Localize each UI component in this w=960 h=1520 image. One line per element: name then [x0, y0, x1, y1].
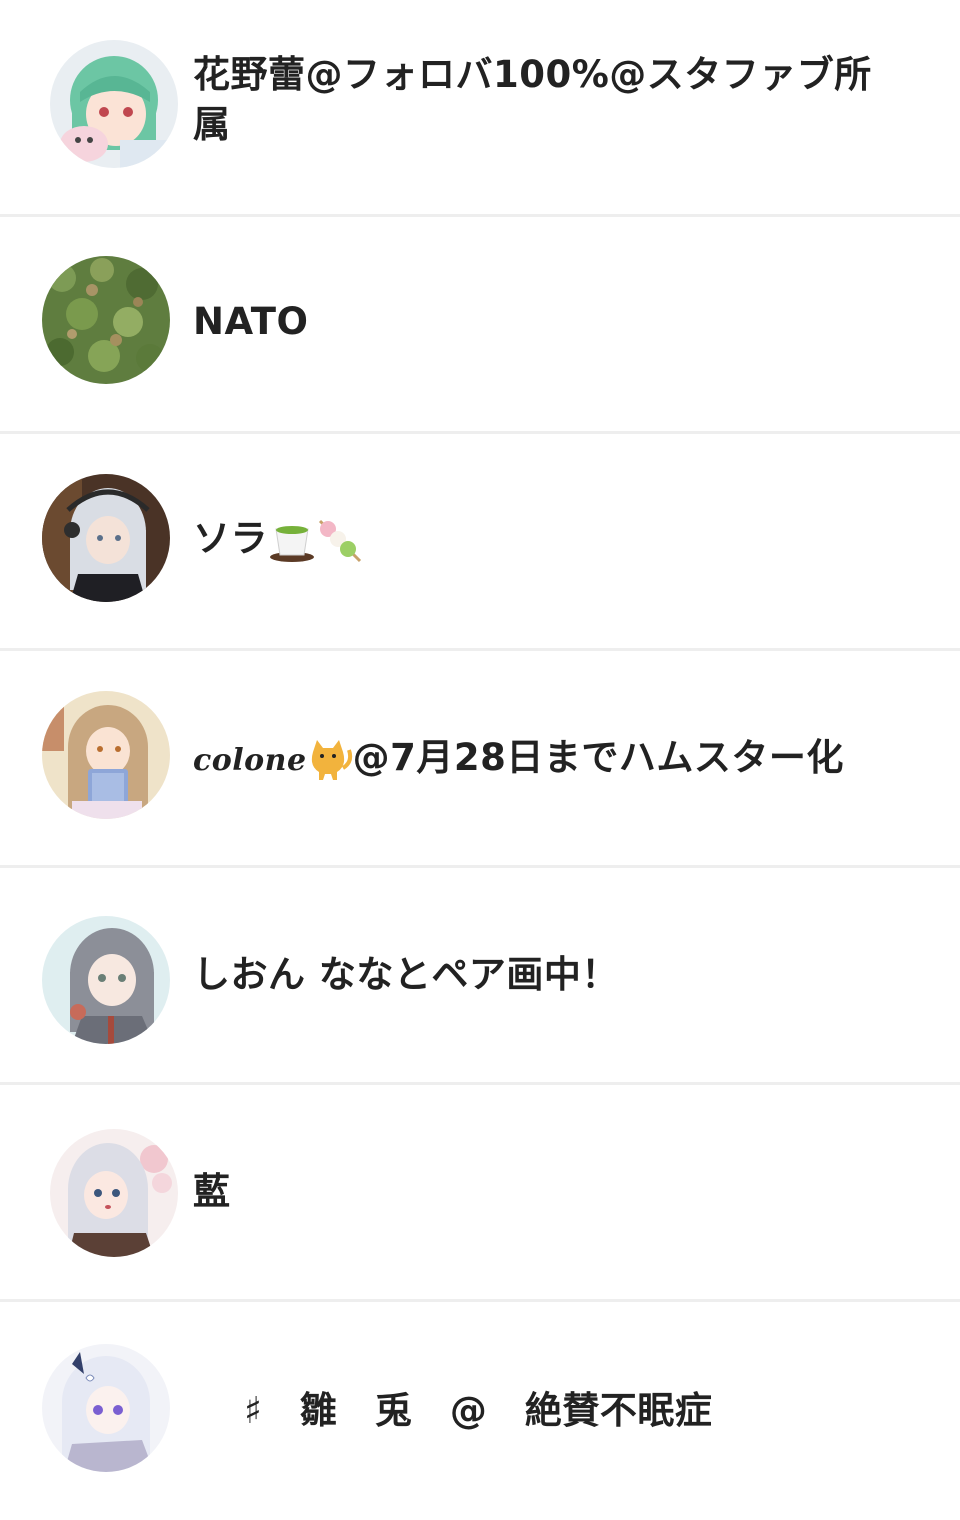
list-item[interactable]: 花野蕾@フォロバ100%@スタファブ所属 [0, 0, 960, 217]
list-item[interactable]: しおん ななとペア画中！ [0, 868, 960, 1085]
user-name: 藍 [193, 1170, 231, 1213]
user-name-text: @7月28日までハムスター化 [352, 736, 844, 779]
avatar[interactable] [42, 1344, 170, 1472]
avatar[interactable] [50, 40, 178, 168]
avatar[interactable] [42, 916, 170, 1044]
user-name: colone @7月28日までハムスター化 [193, 733, 890, 786]
list-item[interactable]: NATO [0, 217, 960, 434]
list-item[interactable]: ♯ 雛 兎 @ 絶賛不眠症 [0, 1302, 960, 1520]
list-item[interactable]: ソラ [0, 434, 960, 651]
avatar[interactable] [42, 691, 170, 819]
user-name: しおん ななとペア画中！ [193, 953, 619, 996]
avatar[interactable] [42, 474, 170, 602]
list-item[interactable]: 藍 [0, 1085, 960, 1302]
user-list: 花野蕾@フォロバ100%@スタファブ所属 NATO ソラ colone @7月2… [0, 0, 960, 1520]
dango-icon [316, 519, 364, 563]
green-tea-icon [268, 519, 316, 563]
avatar[interactable] [50, 1129, 178, 1257]
user-name: 花野蕾@フォロバ100%@スタファブ所属 [193, 53, 872, 146]
list-item[interactable]: colone @7月28日までハムスター化 [0, 651, 960, 868]
avatar[interactable] [42, 256, 170, 384]
user-name-text: ソラ [193, 517, 268, 560]
user-name: ♯ 雛 兎 @ 絶賛不眠症 [244, 1389, 713, 1432]
user-name: NATO [193, 300, 309, 343]
user-name: ソラ [193, 514, 890, 564]
cat-icon [307, 738, 353, 782]
user-name-script: colone [193, 743, 307, 778]
